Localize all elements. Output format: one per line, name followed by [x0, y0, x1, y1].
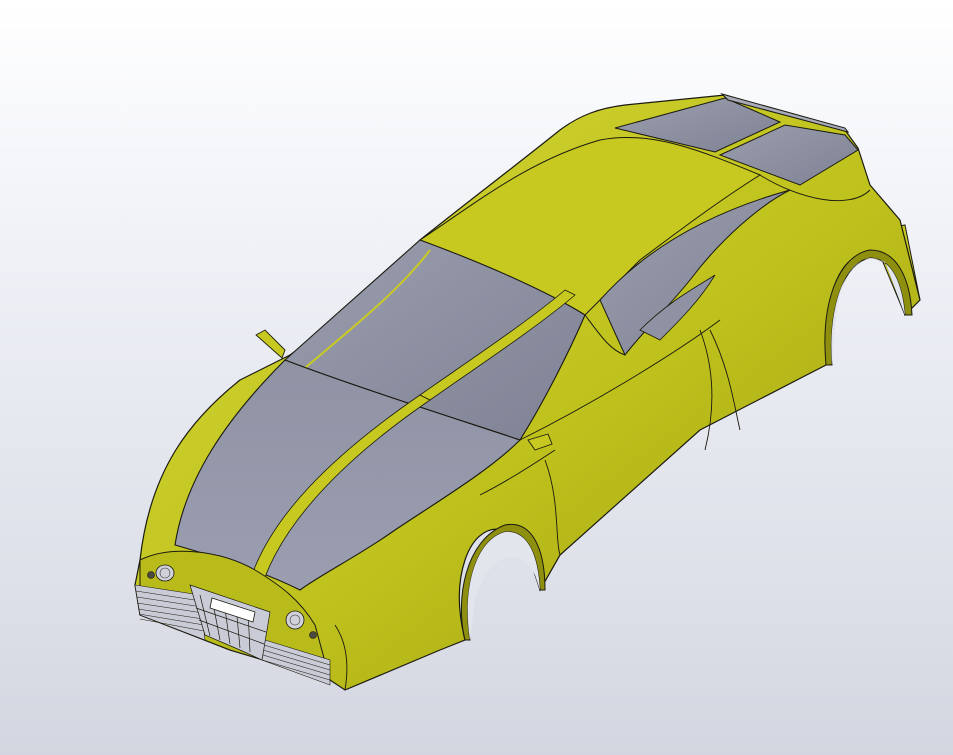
car-body-model[interactable]: [0, 0, 953, 755]
side-mirror-left: [255, 329, 286, 359]
cad-3d-viewport[interactable]: [0, 0, 953, 755]
